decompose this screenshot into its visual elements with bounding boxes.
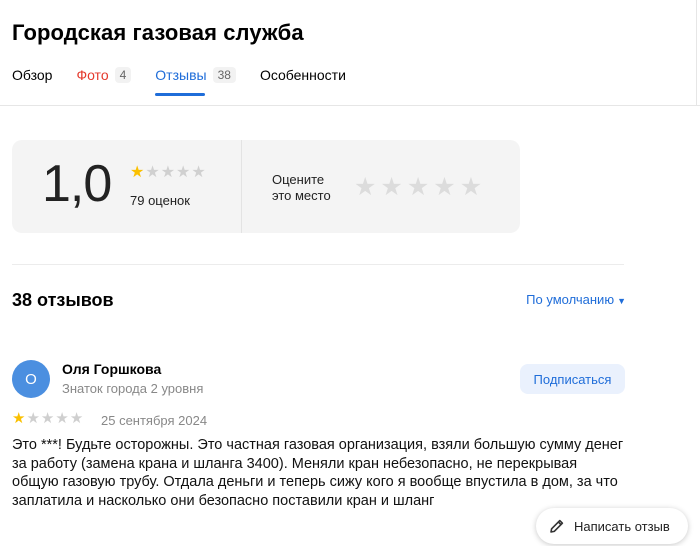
star-icon: ★ [191,162,206,181]
average-rating: 1,0 [42,155,112,213]
tab-count-badge: 38 [212,67,236,83]
star-icon: ★ [69,409,84,427]
review-author-name[interactable]: Оля Горшкова [62,361,161,377]
tab-reviews[interactable]: Отзывы 38 [155,64,236,96]
star-icon: ★ [40,409,55,427]
rate-star-2-icon[interactable]: ★ [380,174,402,199]
review-text[interactable]: Это ***! Будьте осторожны. Это частная г… [12,436,624,510]
star-icon: ★ [145,162,160,181]
star-icon: ★ [55,409,69,427]
rate-label-line: это место [272,188,331,203]
scrollbar-edge [696,0,700,106]
sort-label: По умолчанию [526,292,615,307]
star-icon: ★ [12,409,26,427]
tab-label: Фото [76,67,109,83]
tab-photo[interactable]: Фото 4 [76,64,132,86]
section-divider [12,264,624,265]
star-icon: ★ [130,162,145,181]
rate-label-line: Оцените [272,172,325,187]
rate-star-4-icon[interactable]: ★ [433,174,455,199]
sort-dropdown[interactable]: По умолчанию ▼ [526,292,626,307]
caret-down-icon: ▼ [617,296,626,306]
rate-star-1-icon[interactable]: ★ [354,174,376,199]
tab-bar: Обзор Фото 4 Отзывы 38 Особенности [12,64,370,96]
tab-label: Отзывы [155,67,207,83]
rating-summary-card: 1,0 ★ ★ ★ ★ ★ 79 оценок Оцените это мест… [12,140,520,233]
review-rating-stars: ★ ★ ★ ★ ★ [12,411,84,426]
tab-label: Особенности [259,67,346,83]
rating-summary: 1,0 ★ ★ ★ ★ ★ 79 оценок [12,140,242,233]
reviews-count-heading: 38 отзывов [12,290,114,310]
page-title: Городская газовая служба [12,20,304,45]
star-icon: ★ [160,162,176,181]
rating-count: 79 оценок [130,193,190,208]
star-icon: ★ [26,409,40,427]
top-bar: Городская газовая служба Обзор Фото 4 От… [0,0,700,106]
write-review-button[interactable]: Написать отзыв [536,508,688,544]
rate-stars-input[interactable]: ★ ★ ★ ★ ★ [354,174,486,199]
subscribe-button[interactable]: Подписаться [520,364,625,394]
review-date: 25 сентября 2024 [101,413,208,428]
rate-star-5-icon[interactable]: ★ [460,174,482,199]
tab-count-badge: 4 [114,67,132,83]
rate-place-label: Оцените это место [272,172,331,204]
tab-label: Обзор [12,67,53,83]
review-author-level: Знаток города 2 уровня [62,381,204,396]
avatar[interactable]: О [12,360,50,398]
rate-place: Оцените это место ★ ★ ★ ★ ★ [242,140,520,233]
rate-star-3-icon[interactable]: ★ [407,174,429,199]
average-rating-stars: ★ ★ ★ ★ ★ [130,164,207,180]
tab-features[interactable]: Особенности [260,64,346,86]
star-icon: ★ [176,162,191,181]
write-review-label: Написать отзыв [574,518,670,534]
pencil-icon [550,519,564,533]
tab-overview[interactable]: Обзор [12,64,52,86]
